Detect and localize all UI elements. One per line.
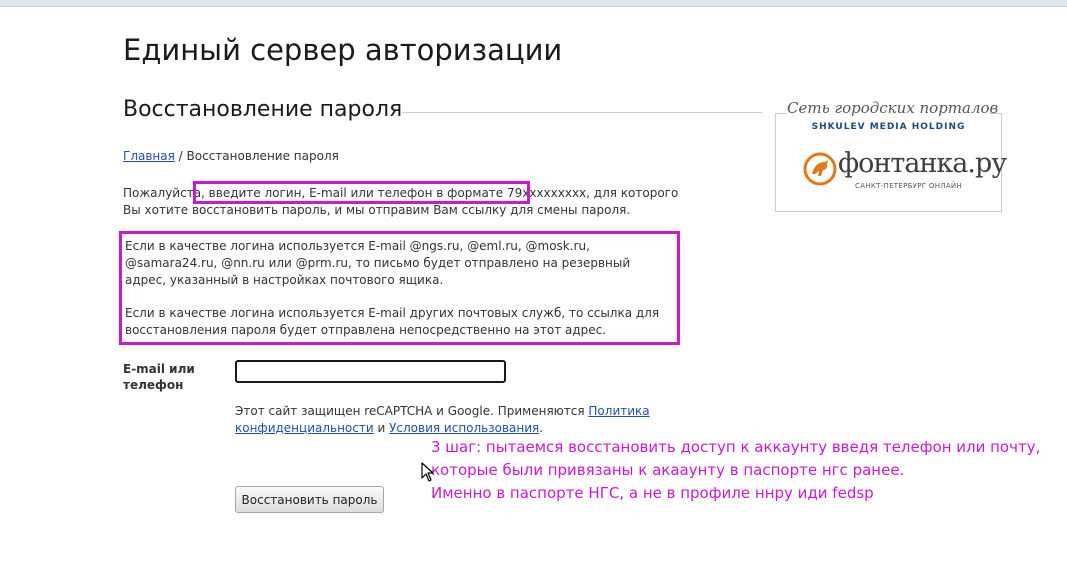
site-title: Единый сервер авторизации — [123, 33, 563, 67]
info-paragraph-2: Если в качестве логина используется E-ma… — [125, 306, 660, 337]
logo-wordmark: фонтанка.ру — [838, 148, 1007, 179]
info-paragraph-1: Если в качестве логина используется E-ma… — [125, 239, 631, 287]
logo-city-caption: САНКТ-ПЕТЕРБУРГ ОНЛАЙН — [855, 182, 963, 190]
title-divider — [402, 112, 762, 113]
page-title: Восстановление пароля — [123, 97, 403, 122]
annotation-note: 3 шаг: пытаемся восстановить доступ к ак… — [431, 436, 1051, 505]
browser-top-bar — [0, 0, 1067, 7]
logo-tagline: Сеть городских порталов — [787, 99, 999, 117]
annotation-line-3: Именно в паспорте НГС, а не в профиле нн… — [431, 484, 874, 502]
info-box: Если в качестве логина используется E-ma… — [119, 231, 680, 345]
breadcrumb-separator: / — [174, 149, 187, 163]
mouse-pointer-icon — [421, 462, 434, 482]
fontanka-horse-icon — [803, 152, 837, 186]
logo-holding-name: SHKULEV MEDIA HOLDING — [811, 122, 966, 132]
recaptcha-notice: Этот сайт защищен reCAPTCHA и Google. Пр… — [235, 403, 775, 437]
restore-password-button[interactable]: Восстановить пароль — [235, 486, 384, 513]
breadcrumb: Главная / Восстановление пароля — [123, 149, 339, 163]
terms-of-use-link[interactable]: Условия использования — [389, 421, 539, 435]
breadcrumb-home-link[interactable]: Главная — [123, 149, 175, 163]
recaptcha-end: . — [539, 421, 544, 435]
annotation-line-2: которые были привязаны к акааунту в пасп… — [431, 461, 905, 479]
recaptcha-text: Этот сайт защищен reCAPTCHA и Google. Пр… — [235, 404, 589, 418]
login-field-label: E-mail или телефон — [123, 362, 195, 392]
annotation-line-1: 3 шаг: пытаемся восстановить доступ к ак… — [431, 438, 1041, 456]
highlight-frame — [193, 181, 530, 204]
login-input[interactable] — [235, 360, 506, 383]
recaptcha-and: и — [373, 421, 390, 435]
breadcrumb-current: Восстановление пароля — [186, 149, 339, 163]
